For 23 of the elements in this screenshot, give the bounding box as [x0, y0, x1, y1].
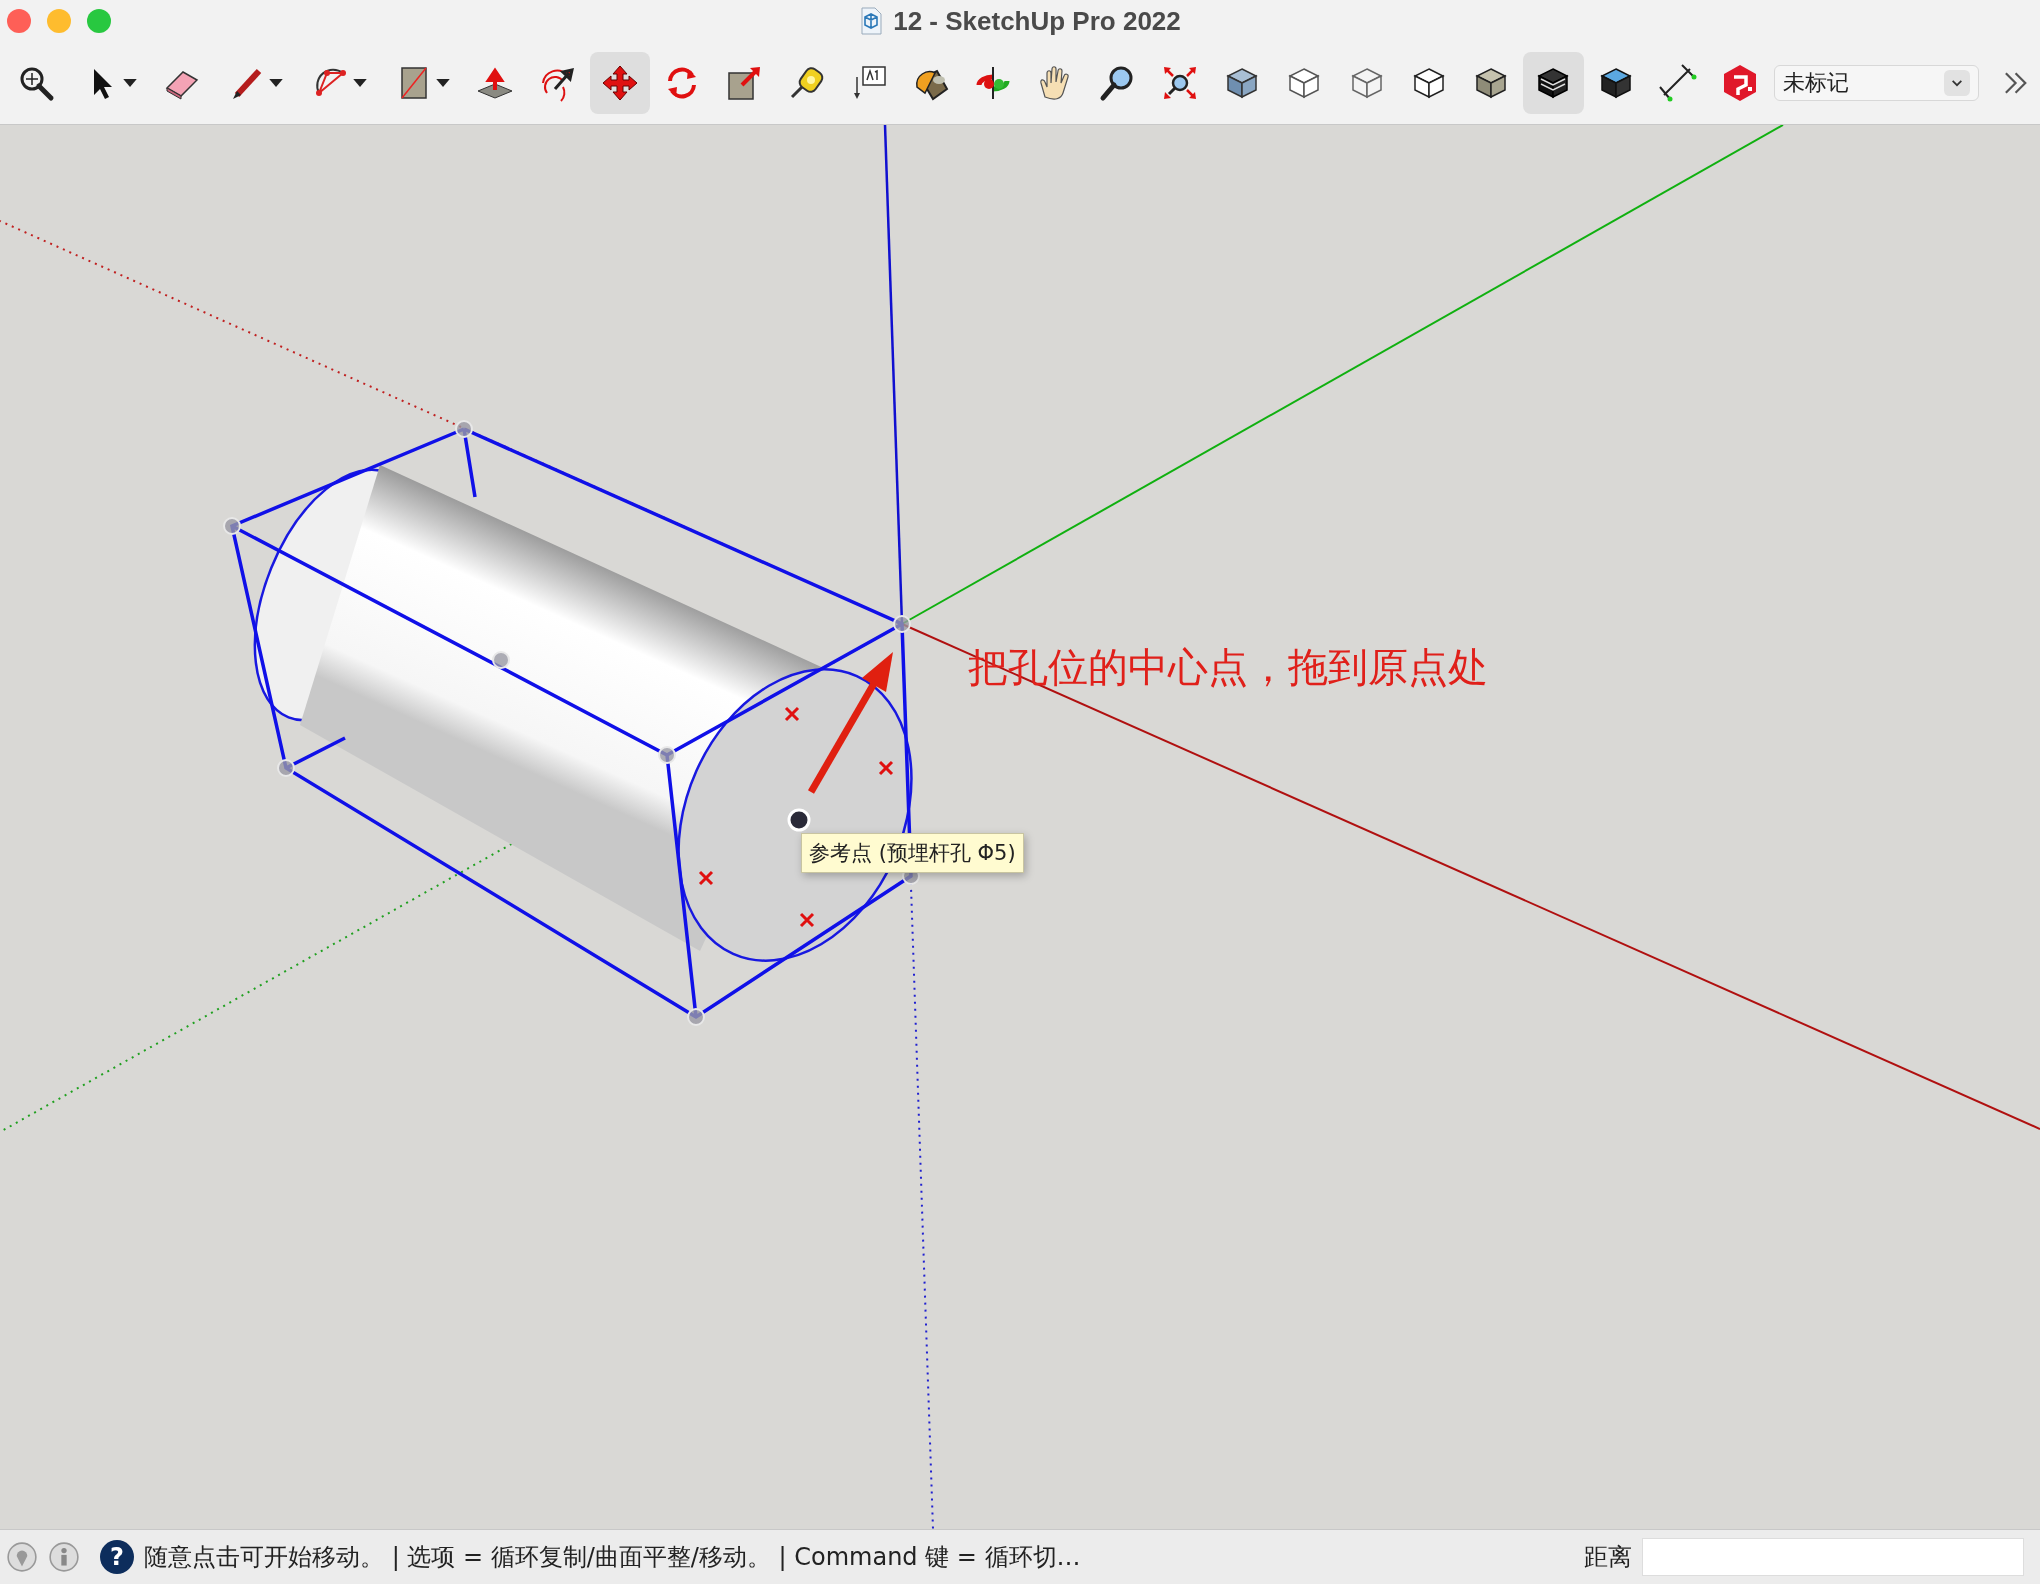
chevron-down-icon	[1943, 70, 1970, 96]
status-message: 随意点击可开始移动。 | 选项 = 循环复制/曲面平整/移动。 | Command 键 = 循环切…	[144, 1542, 1082, 1573]
document-icon	[859, 7, 884, 35]
x-mark-icon	[784, 706, 800, 722]
caret-icon	[123, 78, 138, 88]
person-icon[interactable]	[48, 1541, 80, 1573]
window-title: 12 - SketchUp Pro 2022	[893, 5, 1181, 37]
measurement-label: 距离	[1584, 1542, 1632, 1573]
reference-point	[787, 808, 811, 832]
measurement-field[interactable]	[1642, 1538, 2024, 1576]
tool-button[interactable]	[589, 52, 650, 114]
tool-button[interactable]	[1523, 52, 1584, 114]
dimension-icon	[1657, 63, 1698, 103]
tag-dropdown[interactable]: 未标记	[1774, 65, 1979, 101]
tooltip: 参考点 (预埋杆孔 Φ5)	[801, 833, 1024, 873]
x-mark-icon	[698, 870, 714, 886]
help-button[interactable]: ?	[100, 1540, 134, 1574]
caret-icon	[352, 78, 367, 88]
x-mark-icon	[799, 912, 815, 928]
caret-icon	[268, 78, 283, 88]
caret-icon	[436, 78, 451, 88]
x-mark-icon	[878, 760, 894, 776]
close-button[interactable]	[7, 9, 31, 33]
